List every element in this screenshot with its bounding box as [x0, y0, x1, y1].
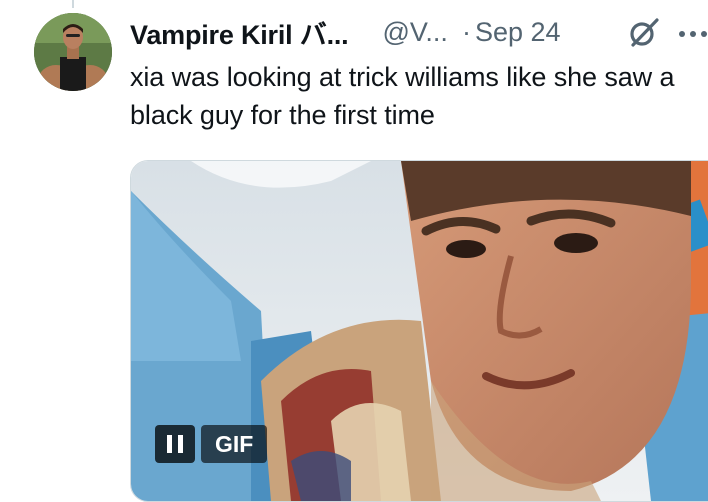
more-icon[interactable]	[678, 30, 708, 38]
tweet-date[interactable]: Sep 24	[475, 17, 561, 48]
pause-icon	[167, 435, 172, 453]
avatar[interactable]	[34, 13, 112, 91]
separator-dot: ·	[461, 16, 471, 47]
author-display-name[interactable]: Vampire Kiril バ...	[130, 13, 349, 52]
tweet-header: Vampire Kiril バ... @V... · Sep 24	[130, 14, 561, 50]
gif-media[interactable]: GIF	[130, 160, 708, 502]
pause-button[interactable]	[155, 425, 195, 463]
grok-icon[interactable]	[627, 16, 661, 50]
thread-connector-line	[72, 0, 74, 8]
tweet-text: xia was looking at trick williams like s…	[130, 62, 675, 130]
avatar-image	[34, 13, 112, 91]
pause-icon-bar	[178, 435, 183, 453]
gif-controls: GIF	[155, 425, 268, 463]
gif-badge: GIF	[201, 425, 268, 463]
author-handle[interactable]: @V...	[382, 17, 447, 48]
